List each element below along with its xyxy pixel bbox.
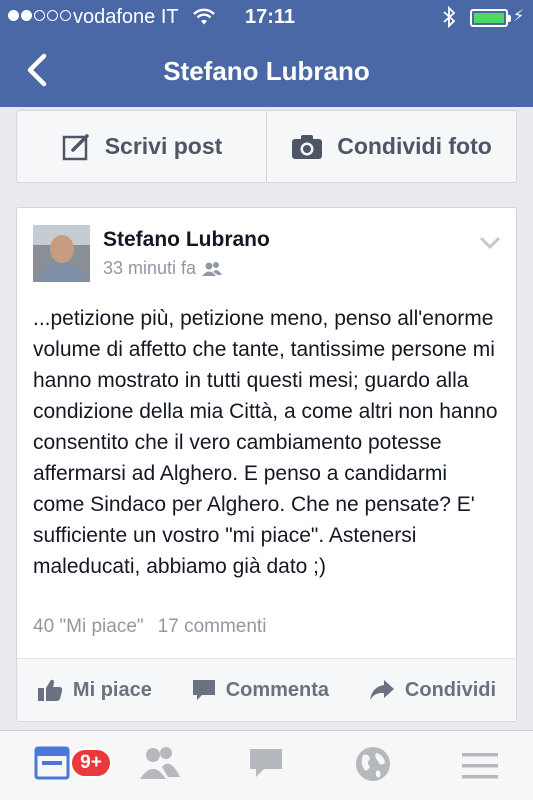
post-actions: Mi piace Commenta Condividi	[17, 658, 516, 721]
write-post-label: Scrivi post	[104, 133, 223, 159]
page-title: Stefano Lubrano	[163, 56, 370, 86]
clock: 17:11	[245, 6, 296, 28]
navigation-bar: Stefano Lubrano	[0, 36, 533, 107]
bluetooth-icon	[443, 6, 456, 28]
post-stats: 40 "Mi piace" 17 commenti	[33, 616, 266, 638]
post-author[interactable]: Stefano Lubrano	[103, 228, 270, 252]
comment-icon	[192, 680, 215, 700]
avatar[interactable]	[33, 225, 90, 282]
share-photo-button[interactable]: Condividi foto	[266, 111, 516, 182]
globe-icon[interactable]	[354, 745, 392, 783]
top-bar: vodafone IT 17:11 ⚡ Stefano Lubrano	[0, 0, 533, 107]
like-button[interactable]: Mi piace	[37, 678, 152, 702]
camera-icon	[292, 134, 323, 159]
friend-requests-icon[interactable]	[138, 745, 182, 781]
post-card: Stefano Lubrano 33 minuti fa ...petizion…	[16, 207, 517, 722]
chevron-down-icon[interactable]	[479, 236, 501, 250]
status-bar: vodafone IT 17:11 ⚡	[0, 0, 533, 36]
post-meta: 33 minuti fa	[103, 258, 223, 279]
comment-label: Commenta	[225, 678, 330, 701]
pencil-icon	[62, 133, 89, 160]
post-text: ...petizione più, petizione meno, penso …	[33, 307, 498, 578]
share-label: Condividi	[404, 678, 497, 701]
comments-count[interactable]: 17 commenti	[158, 616, 267, 638]
comment-button[interactable]: Commenta	[192, 679, 329, 702]
messages-icon[interactable]	[248, 745, 284, 781]
menu-icon[interactable]	[462, 751, 498, 781]
battery-icon	[470, 9, 511, 27]
signal-icon	[8, 10, 71, 21]
share-photo-label: Condividi foto	[337, 133, 492, 159]
news-feed-icon[interactable]	[34, 745, 70, 781]
friends-icon	[202, 261, 223, 276]
carrier-name: vodafone IT	[73, 6, 179, 28]
like-label: Mi piace	[72, 678, 152, 701]
tab-bar: 9+	[0, 730, 533, 800]
post-time[interactable]: 33 minuti fa	[103, 258, 196, 279]
wifi-icon	[193, 8, 215, 25]
charging-icon: ⚡	[513, 8, 525, 25]
likes-count[interactable]: 40 "Mi piace"	[33, 616, 144, 638]
share-button[interactable]: Condividi	[369, 679, 496, 702]
notification-badge: 9+	[70, 748, 112, 778]
share-arrow-icon	[369, 680, 394, 700]
write-post-button[interactable]: Scrivi post	[17, 111, 266, 182]
composer-actions: Scrivi post Condividi foto	[16, 110, 517, 183]
thumbs-up-icon	[37, 679, 63, 701]
